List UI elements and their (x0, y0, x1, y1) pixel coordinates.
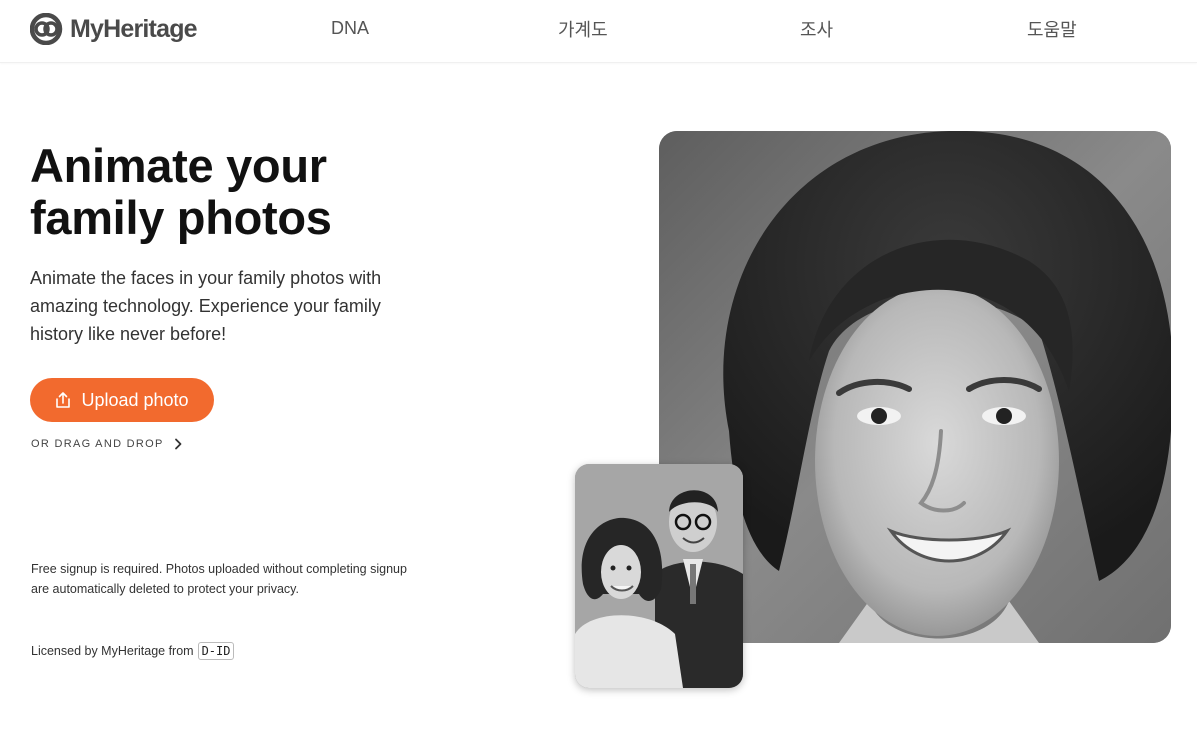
upload-photo-button[interactable]: Upload photo (30, 378, 214, 422)
hero-title: Animate your family photos (30, 140, 410, 244)
drag-and-drop-link[interactable]: OR DRAG AND DROP (31, 438, 182, 450)
top-header: MyHeritage DNA 가계도 조사 도움말 (0, 0, 1197, 63)
logo-text: MyHeritage (70, 14, 198, 43)
myheritage-logo[interactable]: MyHeritage (30, 12, 198, 46)
signup-notice: Free signup is required. Photos uploaded… (31, 562, 407, 596)
chevron-right-icon (174, 438, 182, 450)
hero-title-line1: Animate your (30, 139, 327, 192)
upload-photo-label: Upload photo (81, 389, 189, 410)
drag-drop-label: OR DRAG AND DROP (31, 438, 164, 450)
upload-icon (55, 391, 71, 409)
original-couple-photo (575, 464, 743, 688)
myheritage-logo-icon (30, 13, 66, 45)
hero-description: Animate the faces in your family photos … (30, 268, 382, 344)
license-line: Licensed by MyHeritage from D-ID (31, 642, 235, 660)
nav-dna[interactable]: DNA (331, 18, 369, 39)
nav-help[interactable]: 도움말 (1027, 16, 1077, 42)
d-id-logo: D-ID (197, 642, 235, 660)
nav-research[interactable]: 조사 (800, 16, 833, 42)
licensed-text: Licensed by MyHeritage from (31, 644, 194, 658)
hero-title-line2: family photos (30, 191, 332, 244)
nav-family-tree[interactable]: 가계도 (558, 16, 608, 42)
